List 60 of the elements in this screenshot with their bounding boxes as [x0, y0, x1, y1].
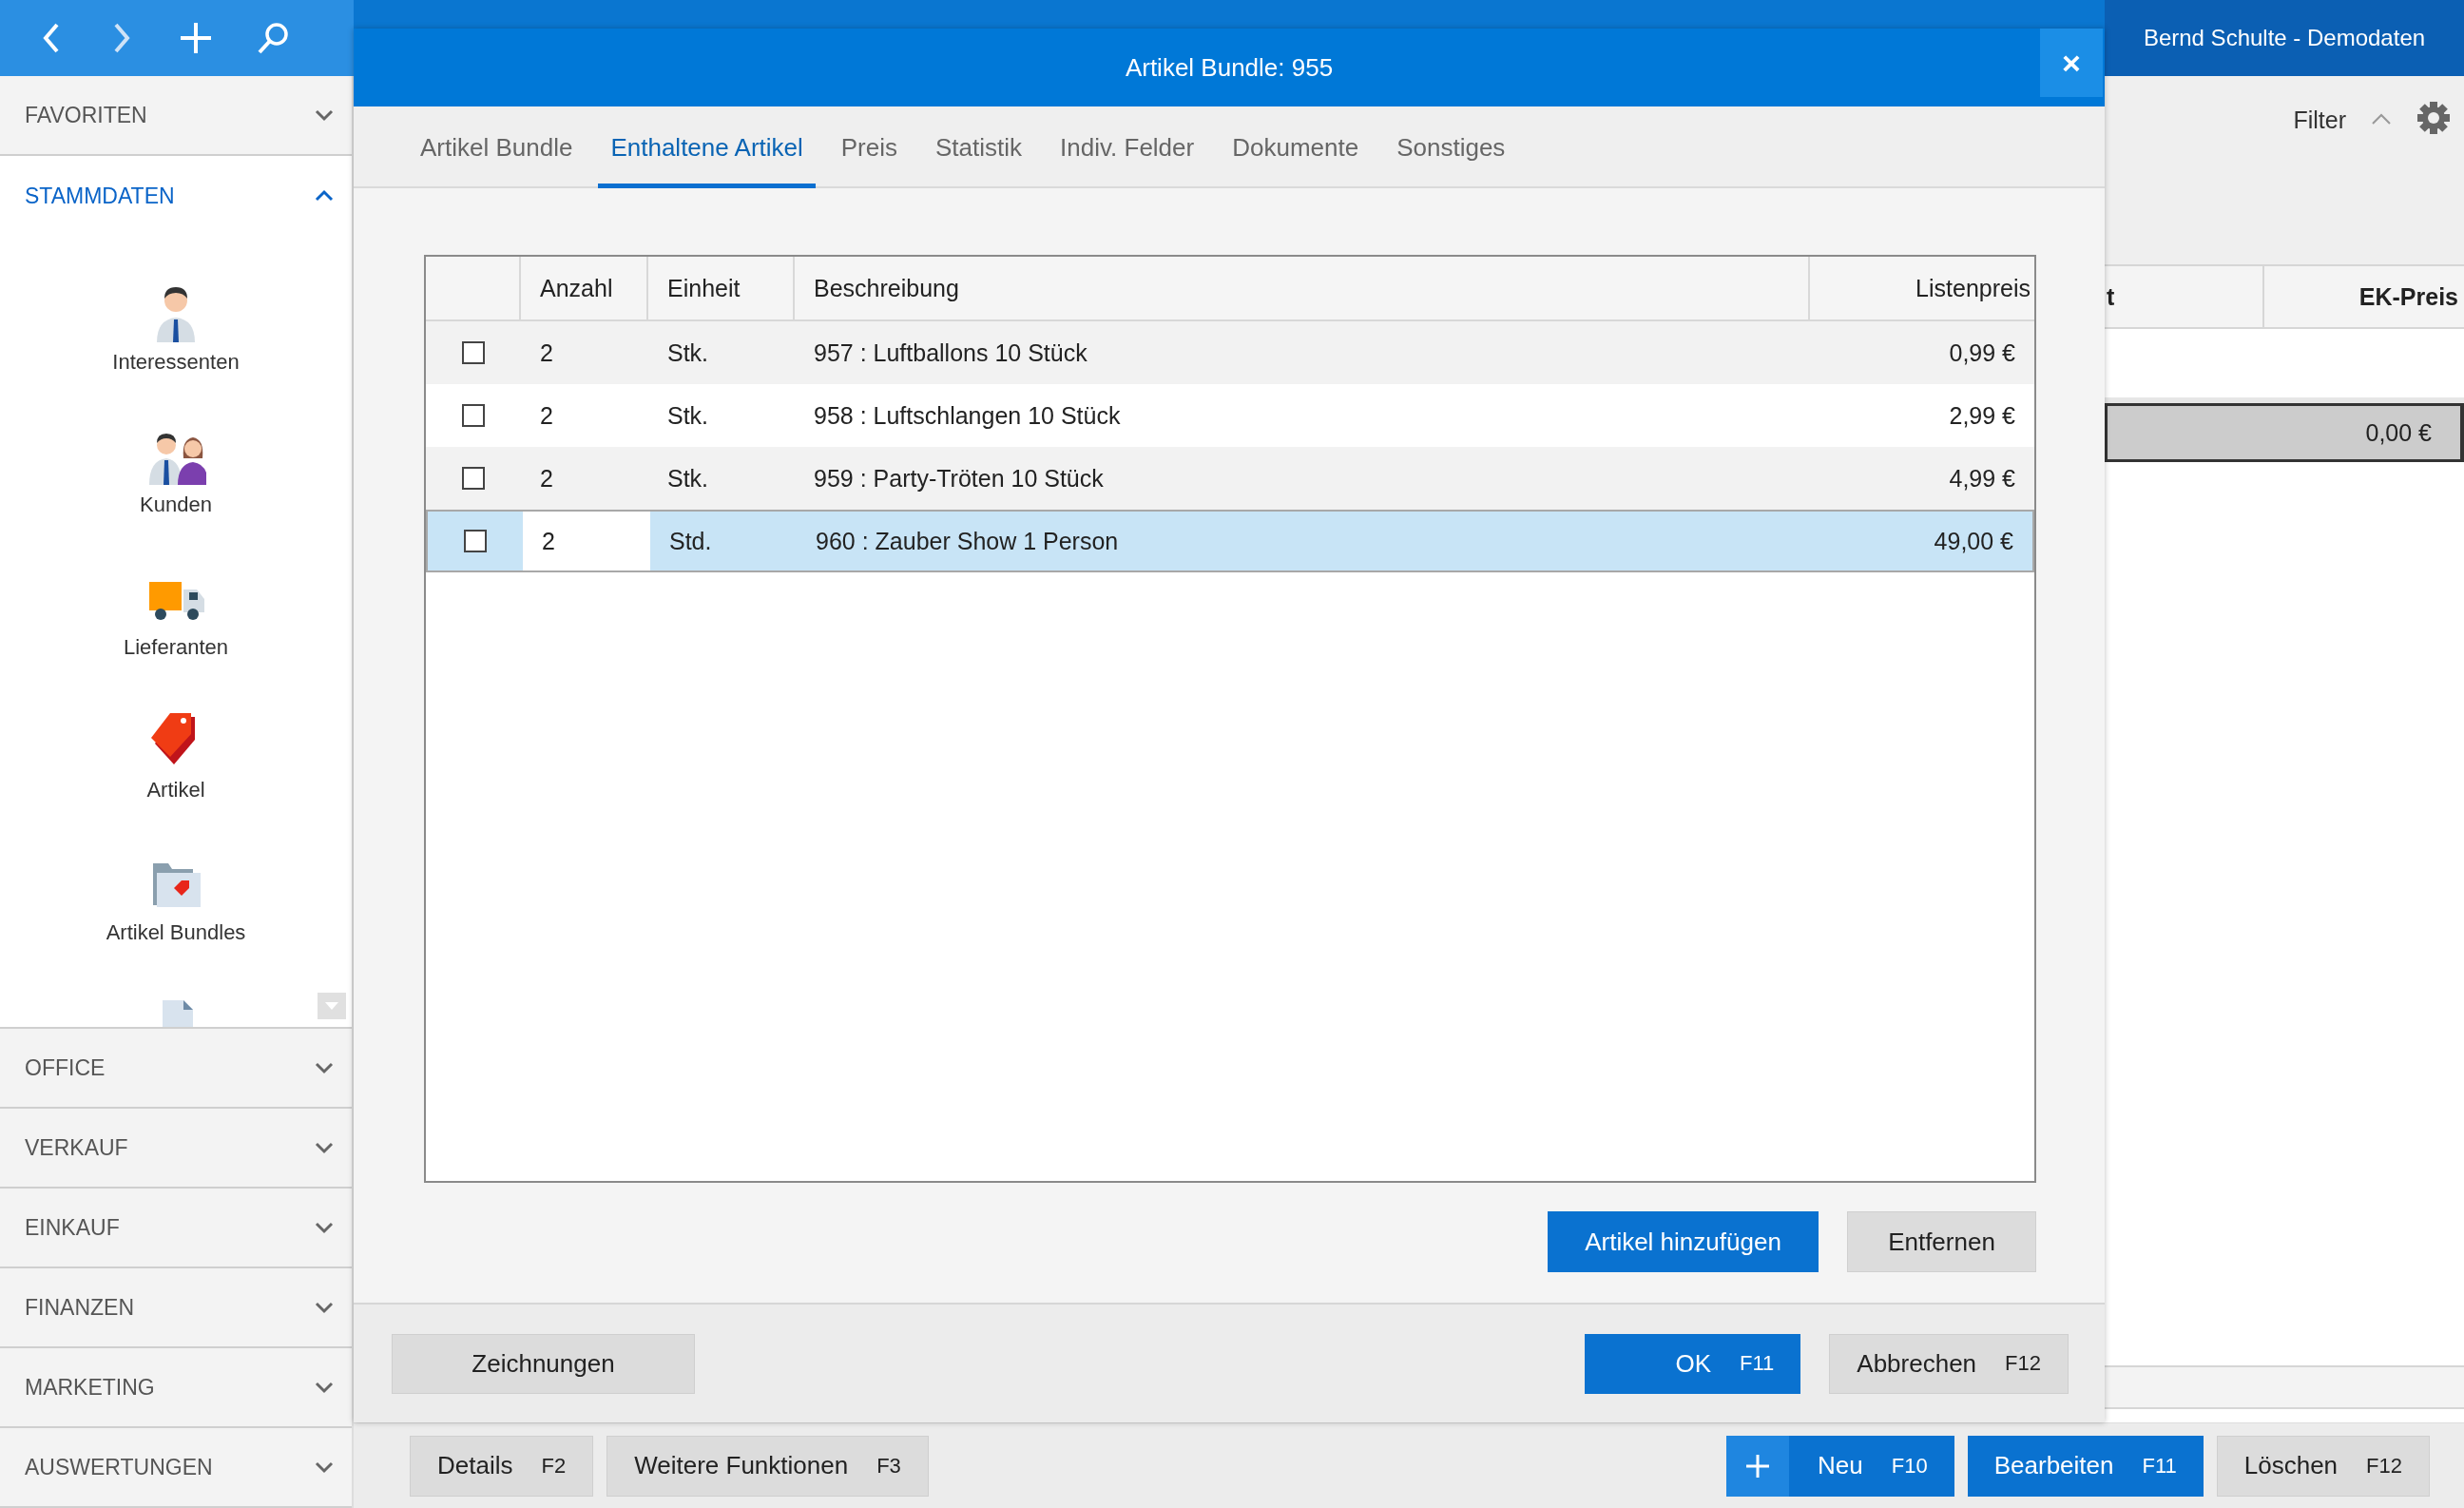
checkbox[interactable] [462, 341, 485, 364]
toolbar-button[interactable]: Weitere Funktionen F3 [606, 1435, 929, 1497]
tab[interactable]: Preis [828, 106, 911, 188]
table-row[interactable]: 2 Stk. 959 : Party-Tröten 10 Stück 4,99 € [426, 447, 2034, 510]
horizontal-scrollbar[interactable] [2105, 1365, 2464, 1409]
table-row[interactable]: 2 Std. 960 : Zauber Show 1 Person 49,00 € [426, 510, 2034, 572]
tab[interactable]: Enthaltene Artikel [598, 106, 816, 188]
table-cell: 2 [523, 512, 650, 570]
column-header[interactable]: Anzahl [521, 257, 648, 319]
column-header[interactable]: Listenpreis [1810, 257, 2034, 319]
table-cell-text: 2 [539, 338, 554, 368]
sidebar-item-label[interactable]: Artikel Bundles [106, 920, 246, 945]
total-cell: 0,00 € [2105, 403, 2464, 462]
table-cell-text: 2,99 € [1948, 400, 2016, 431]
checkbox[interactable] [462, 404, 485, 427]
checkbox[interactable] [464, 530, 487, 552]
action-button[interactable]: Entfernen [1847, 1211, 2036, 1272]
sidebar-item-label[interactable]: Interessenten [112, 350, 240, 375]
sidebar-item-label[interactable]: Kunden [140, 493, 212, 517]
column-header[interactable]: EK-Preis [2264, 266, 2464, 327]
toolbar-button[interactable]: Löschen F12 [2216, 1435, 2430, 1497]
table-cell-text: 2 [539, 400, 554, 431]
toolbar-button[interactable]: Bearbeiten F11 [1967, 1435, 2204, 1497]
plus-icon [1726, 1435, 1790, 1497]
tab[interactable]: Sonstiges [1384, 106, 1518, 188]
footer-button[interactable]: Zeichnungen [392, 1333, 695, 1394]
search-icon[interactable] [257, 21, 291, 55]
table-row[interactable]: 2 Stk. 958 : Luftschlangen 10 Stück 2,99 € [426, 384, 2034, 447]
tab[interactable]: Statistik [923, 106, 1035, 188]
table-cell-text: 960 : Zauber Show 1 Person [815, 526, 1120, 556]
tab[interactable]: Indiv. Felder [1048, 106, 1207, 188]
toolbar-button[interactable]: Neu F10 [1726, 1435, 1954, 1497]
tab[interactable]: Artikel Bundle [408, 106, 586, 188]
tab[interactable]: Dokumente [1220, 106, 1372, 188]
table-cell-text: 957 : Luftballons 10 Stück [813, 338, 1088, 368]
checkbox[interactable] [462, 467, 485, 490]
table-cell-text: Stk. [666, 463, 710, 493]
table-row[interactable]: 2 Stk. 957 : Luftballons 10 Stück 0,99 € [426, 321, 2034, 384]
footer-button[interactable]: Abbrechen F12 [1829, 1333, 2069, 1394]
sidebar-item-label[interactable]: Lieferanten [123, 635, 229, 660]
settings-icon[interactable] [2416, 101, 2451, 135]
column-header[interactable]: Einheit [648, 257, 795, 319]
footer-button[interactable]: OK F11 [1585, 1333, 1801, 1394]
dialog-title: Artikel Bundle: 955 [1125, 52, 1334, 83]
table-cell-text: 0,99 € [1948, 338, 2016, 368]
sidebar-item-label[interactable]: Artikel [146, 778, 205, 802]
table-cell-text: 2 [539, 463, 554, 493]
table-cell-text: Std. [668, 526, 713, 556]
plus-icon[interactable] [179, 21, 213, 55]
action-button[interactable]: Artikel hinzufügen [1548, 1211, 1819, 1272]
table-cell-text: 959 : Party-Tröten 10 Stück [813, 463, 1105, 493]
table-cell-text: Stk. [666, 400, 710, 431]
table-cell-text: Stk. [666, 338, 710, 368]
column-header[interactable]: Beschreibung [795, 257, 1810, 319]
table-cell-text: 958 : Luftschlangen 10 Stück [813, 400, 1122, 431]
toolbar-button[interactable]: Details F2 [410, 1435, 594, 1497]
sidebar-section-header[interactable]: STAMMDATEN [0, 156, 352, 236]
table-cell-text: 4,99 € [1948, 463, 2016, 493]
table-cell-text: 49,00 € [1933, 526, 2014, 556]
filter-label[interactable]: Filter [2293, 106, 2346, 134]
